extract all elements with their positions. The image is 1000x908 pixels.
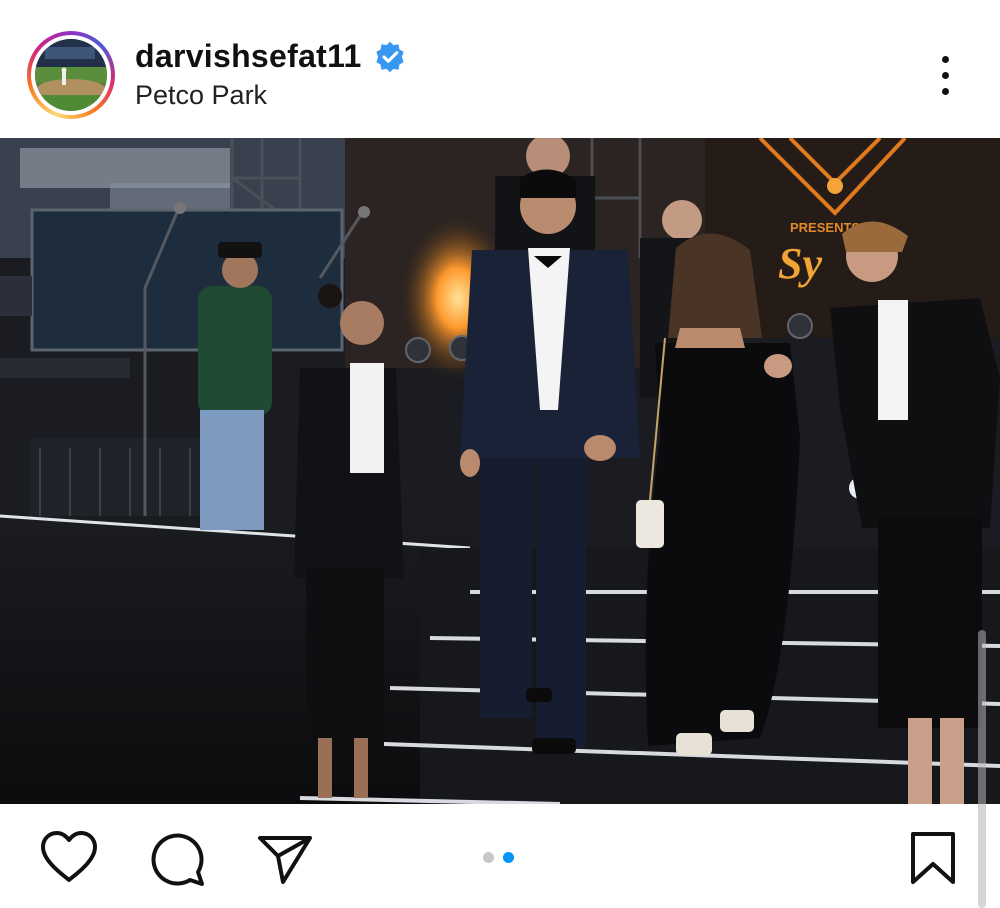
location-link[interactable]: Petco Park	[135, 80, 267, 111]
username[interactable]: darvishsefat11	[135, 38, 362, 75]
send-icon[interactable]	[256, 832, 314, 886]
avatar[interactable]	[35, 39, 107, 111]
sign-text: Sy	[778, 239, 822, 288]
carousel-indicator	[483, 852, 523, 864]
carousel-dot-2-active[interactable]	[503, 852, 514, 863]
post-photo[interactable]: PRESENTS Sy	[0, 138, 1000, 804]
avatar-image	[35, 39, 107, 111]
carousel-dot-1[interactable]	[483, 852, 494, 863]
more-vertical-icon[interactable]	[926, 52, 966, 102]
bookmark-icon[interactable]	[908, 830, 958, 886]
scrollbar[interactable]	[978, 630, 986, 908]
avatar-frame	[31, 35, 111, 115]
story-ring[interactable]	[27, 31, 115, 119]
verified-badge-icon	[376, 41, 404, 73]
comment-icon[interactable]	[148, 830, 206, 888]
heart-icon[interactable]	[40, 830, 98, 884]
photo-scene: PRESENTS Sy	[0, 138, 1000, 804]
post-header: darvishsefat11 Petco Park	[0, 0, 1000, 138]
